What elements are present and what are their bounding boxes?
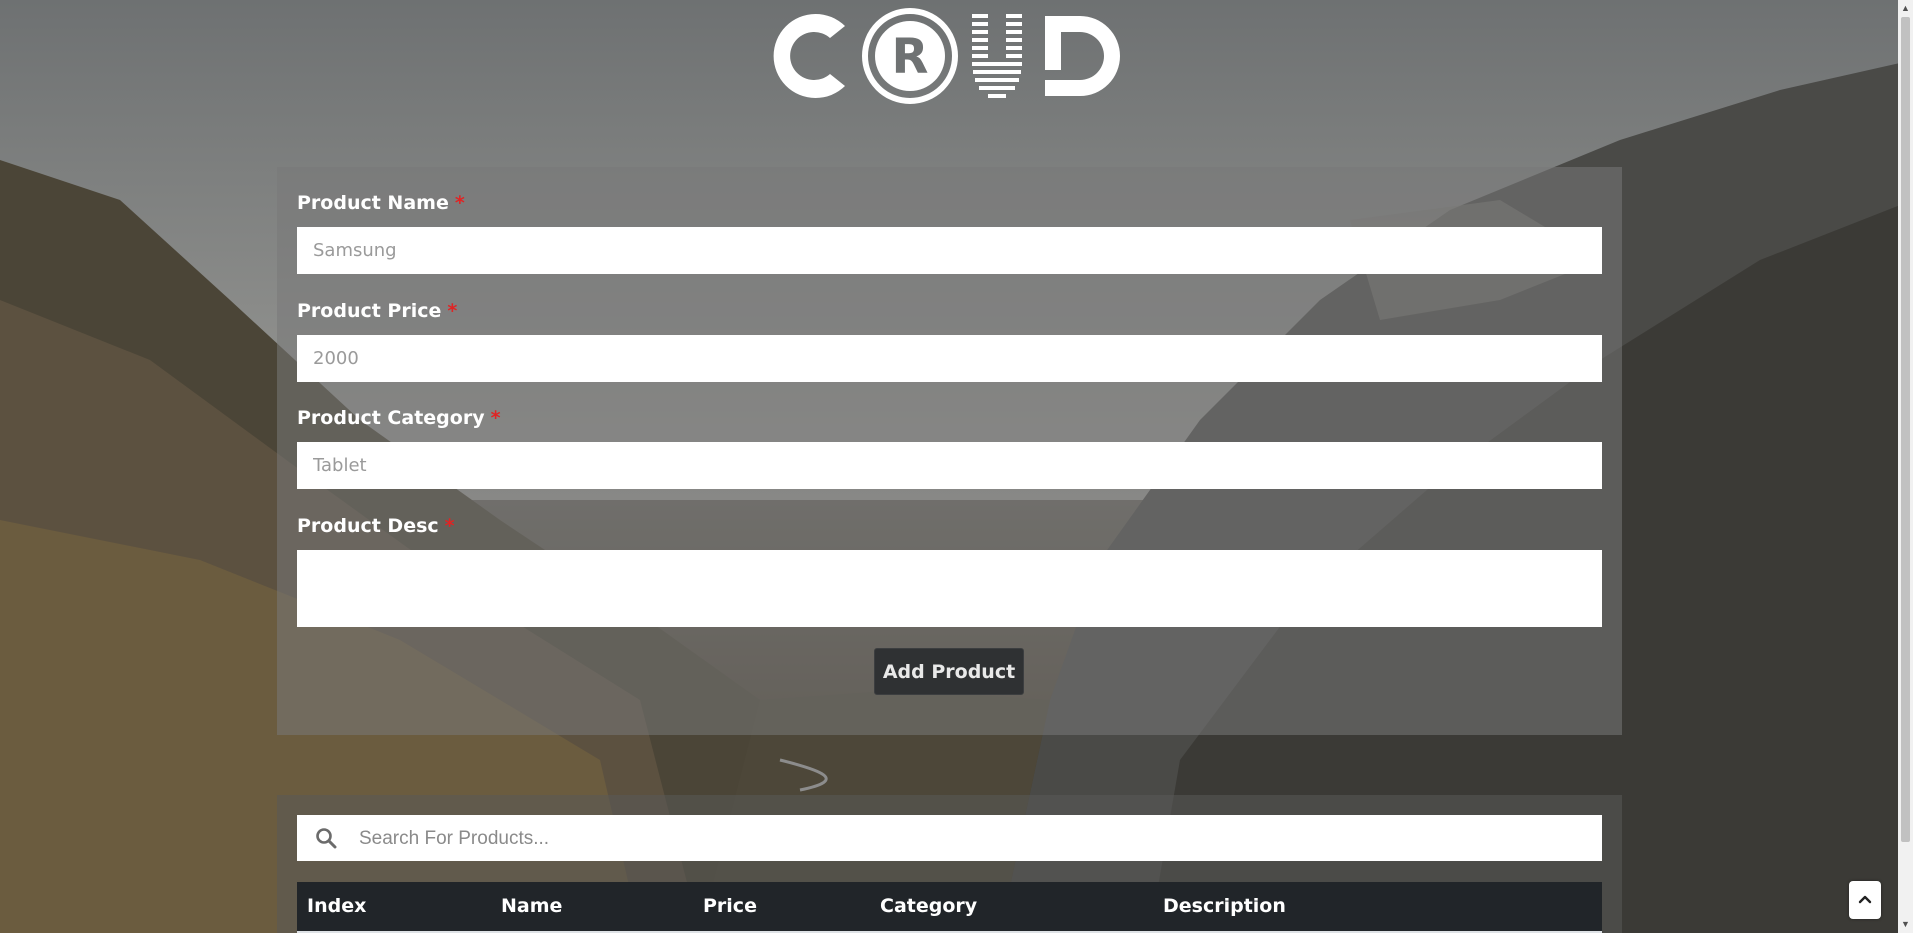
product-desc-textarea[interactable] [297,550,1602,627]
column-header-category: Category [880,895,978,917]
svg-text:R: R [892,29,929,85]
product-desc-label: Product Desc * [297,515,455,537]
required-mark: * [454,192,465,214]
search-input[interactable] [357,815,1591,863]
chevron-up-icon [1858,895,1872,904]
required-mark: * [447,300,458,322]
scroll-up-arrow-icon[interactable]: ▲ [1898,0,1913,17]
table-header: Index Name Price Category Description [297,882,1602,933]
product-name-input[interactable] [297,227,1602,274]
column-header-description: Description [1163,895,1286,917]
search-box [297,815,1602,863]
product-name-label: Product Name * [297,192,465,214]
column-header-price: Price [703,895,757,917]
scroll-to-top-button[interactable] [1849,881,1881,919]
add-product-button[interactable]: Add Product [874,648,1024,695]
product-form-panel: Product Name* Product Price* Product Cat… [277,167,1622,735]
product-category-input[interactable] [297,442,1602,489]
product-price-input[interactable] [297,335,1602,382]
scroll-down-arrow-icon[interactable]: ▼ [1898,916,1913,933]
product-category-label: Product Category * [297,407,501,429]
product-price-label: Product Price * [297,300,458,322]
crud-logo: R [760,6,1140,106]
column-header-index: Index [307,895,367,917]
products-table-panel: Index Name Price Category Description [277,795,1622,933]
required-mark: * [490,407,501,429]
page-scrollbar[interactable]: ▲ ▼ [1898,0,1913,933]
search-icon [315,827,337,849]
column-header-name: Name [501,895,563,917]
required-mark: * [444,515,455,537]
scrollbar-thumb[interactable] [1901,17,1910,842]
